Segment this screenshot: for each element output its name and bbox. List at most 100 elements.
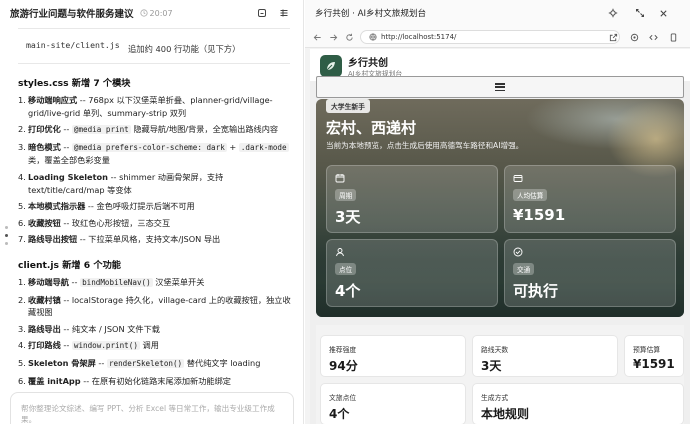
list-label: 移动端响应式 — [28, 95, 78, 105]
hero-card-transport: 交通 可执行 — [504, 239, 676, 307]
list-item: 6. 覆盖 initApp -- 在原有初始化链路末尾添加新功能绑定 — [18, 375, 292, 388]
summary-strip: 推荐强度 94分 路线天数 3天 预算估算 ¥1591 文旅点位 4个 生成方式… — [316, 325, 684, 424]
stat-value: 本地规则 — [481, 407, 530, 421]
list-text: 本地模式指示器 -- 金色呼吸灯提示后端不可用 — [28, 200, 292, 213]
stat-label: 推荐强度 — [329, 346, 357, 354]
wallet-icon — [513, 175, 523, 182]
list-item: 1. 移动端响应式 -- 768px 以下汉堡菜单折叠、planner-grid/… — [18, 94, 292, 119]
site-viewport: 乡行共创 AI乡村文旅规划台 大学生新手 宏村、西递村 当前为本地预览，点击生成… — [310, 49, 690, 424]
list-label: 路线导出 — [28, 323, 61, 334]
card-label: 点位 — [335, 263, 357, 275]
chat-input[interactable]: 帮你整理论文综述、编写 PPT、分析 Excel 等日常工作，输出专业级工作成果… — [10, 392, 294, 424]
stat-budget: 预算估算 ¥1591 — [624, 335, 684, 377]
file-desc-cell: 追加约 400 行功能（见下方） — [128, 44, 241, 54]
brand-logo[interactable] — [320, 55, 342, 77]
list-desc: -- 金色呼吸灯提示后端不可用 — [85, 201, 195, 212]
pin-icon — [336, 248, 344, 257]
hero-card-duration: 周期 3天 — [326, 165, 498, 233]
forward-icon[interactable] — [327, 31, 339, 43]
hero-tag: 大学生新手 — [326, 99, 370, 113]
list-text: 收藏按钮 -- 玫红色心形按钮，三态交互 — [28, 217, 292, 230]
list-item: 5. 本地模式指示器 -- 金色呼吸灯提示后端不可用 — [18, 200, 292, 213]
device-icon[interactable] — [667, 31, 679, 43]
list-item: 1. 移动端导航 -- bindMobileNav() 汉堡菜单开关 — [18, 276, 292, 290]
list-label: 收藏按钮 — [28, 217, 61, 228]
inline-code: renderSkeleton() — [106, 358, 185, 368]
inline-code: @media prefers-color-scheme: dark — [71, 142, 227, 152]
inline-code: @media print — [71, 125, 131, 135]
reload-icon[interactable] — [343, 31, 355, 43]
list-desc: -- — [60, 340, 72, 351]
list-desc: -- 纯文本 / JSON 文件下载 — [60, 323, 160, 334]
list-number: 2. — [18, 294, 26, 305]
list-desc: -- — [68, 276, 81, 287]
client-list: 1. 移动端导航 -- bindMobileNav() 汉堡菜单开关 2. 收藏村镇 … — [18, 276, 292, 387]
list-desc: -- 下拉菜单风格，支持文本/JSON 导出 — [77, 234, 221, 245]
hero-card-budget: 人均估算 ¥1591 — [504, 165, 676, 233]
list-desc: 汉堡菜单开关 — [152, 276, 205, 287]
hero-title: 宏村、西递村 — [326, 119, 417, 137]
list-number: 4. — [18, 171, 26, 182]
clock-icon — [139, 9, 148, 17]
time-text: 20:07 — [149, 8, 173, 18]
styles-list: 1. 移动端响应式 -- 768px 以下汉堡菜单折叠、planner-grid/… — [18, 94, 292, 246]
inspect-icon[interactable] — [607, 7, 619, 19]
back-icon[interactable] — [311, 31, 323, 43]
list-label: 打印优化 — [28, 124, 61, 135]
close-icon[interactable] — [657, 7, 669, 19]
stat-value: 94分 — [329, 359, 358, 373]
expand-icon[interactable] — [634, 7, 646, 19]
card-value: 可执行 — [513, 282, 559, 300]
browser-tab-title: 乡行共创 · AI乡村文旅规划台 — [315, 9, 427, 19]
client-heading: client.js 新增 6 个功能 — [18, 259, 121, 271]
hamburger-menu-button[interactable] — [316, 76, 684, 98]
list-text: 打印优化 -- @media print 隐藏导航/地图/背景，全宽输出路线内容 — [28, 123, 292, 137]
list-item: 2. 收藏村镇 -- localStorage 持久化，village-card … — [18, 294, 292, 319]
brand-name: 乡行共创 — [348, 58, 388, 69]
share-icon[interactable] — [256, 7, 268, 19]
list-number: 5. — [18, 357, 26, 368]
panel-toggle-icon[interactable] — [278, 7, 290, 19]
browser-panel: 乡行共创 · AI乡村文旅规划台 http://localhost:5174/ — [305, 0, 690, 424]
list-item: 7. 路线导出按钮 -- 下拉菜单风格，支持文本/JSON 导出 — [18, 233, 292, 246]
list-desc: 隐藏导航/地图/背景，全宽输出路线内容 — [130, 124, 279, 135]
stat-recommend: 推荐强度 94分 — [320, 335, 466, 377]
list-number: 2. — [18, 124, 26, 135]
calendar-icon — [335, 174, 345, 183]
conversation-time: 20:07 — [139, 8, 173, 18]
card-value: ¥1591 — [513, 206, 566, 224]
list-text: 收藏村镇 -- localStorage 持久化，village-card 上的… — [28, 294, 292, 319]
list-desc: -- 玫红色心形按钮，三态交互 — [60, 217, 171, 228]
inline-code: .dark-mode — [238, 142, 289, 152]
list-desc: -- — [60, 141, 72, 152]
inline-code: bindMobileNav() — [80, 277, 153, 287]
list-label: 打印路线 — [28, 340, 61, 351]
card-label: 周期 — [335, 189, 357, 201]
list-number: 6. — [18, 375, 26, 386]
stat-label: 预算估算 — [633, 346, 661, 354]
list-text: 移动端响应式 -- 768px 以下汉堡菜单折叠、planner-grid/vi… — [28, 94, 292, 119]
url-field[interactable]: http://localhost:5174/ — [360, 30, 620, 44]
url-text: http://localhost:5174/ — [381, 33, 457, 41]
list-desc: 调用 — [139, 340, 159, 351]
list-desc: 类，覆盖全部色彩变量 — [28, 155, 110, 166]
list-desc: -- — [60, 124, 72, 135]
card-label: 交通 — [513, 263, 535, 275]
chat-input-placeholder: 帮你整理论文综述、编写 PPT、分析 Excel 等日常工作，输出专业级工作成果… — [21, 404, 275, 424]
list-label: 本地模式指示器 — [28, 201, 86, 212]
browser-titlebar: 乡行共创 · AI乡村文旅规划台 — [305, 0, 690, 26]
check-circle-icon — [513, 247, 523, 257]
open-external-icon[interactable] — [607, 31, 619, 43]
list-desc: -- 在原有初始化链路末尾添加新功能绑定 — [80, 375, 231, 386]
screenshot-icon[interactable] — [628, 31, 640, 43]
code-icon[interactable] — [647, 31, 659, 43]
list-number: 1. — [18, 95, 26, 105]
list-text: 打印路线 -- window.print() 调用 — [28, 339, 292, 353]
list-item: 6. 收藏按钮 -- 玫红色心形按钮，三态交互 — [18, 217, 292, 230]
hamburger-icon — [495, 83, 505, 91]
list-item: 3. 暗色模式 -- @media prefers-color-scheme: d… — [18, 141, 292, 167]
list-text: Loading Skeleton -- shimmer 动画骨架屏，支持 tex… — [28, 171, 292, 196]
list-text: 路线导出按钮 -- 下拉菜单风格，支持文本/JSON 导出 — [28, 233, 292, 246]
message-content: main-site/client.js 追加约 400 行功能（见下方） sty… — [0, 28, 304, 388]
styles-heading: styles.css 新增 7 个模块 — [18, 78, 131, 89]
